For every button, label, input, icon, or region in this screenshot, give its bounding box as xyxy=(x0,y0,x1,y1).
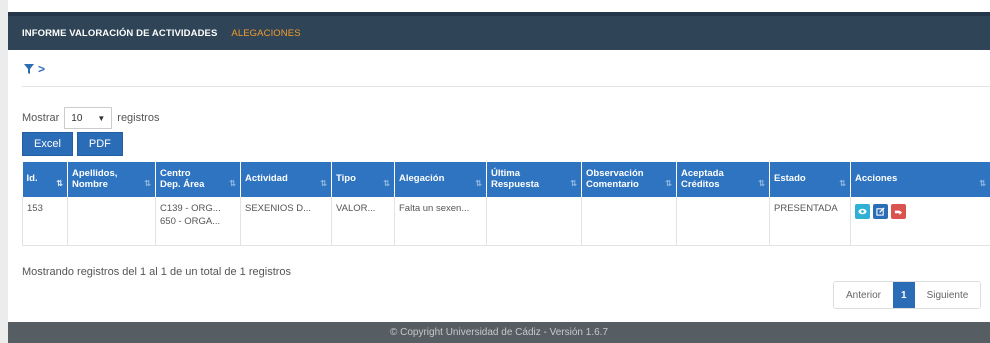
filter-icon xyxy=(24,64,34,74)
top-nav: INFORME VALORACIÓN DE ACTIVIDADES ALEGAC… xyxy=(8,12,990,50)
col-header-actividad[interactable]: Actividad ⇅ xyxy=(240,162,332,197)
length-prefix: Mostrar xyxy=(22,112,60,124)
sort-icon: ⇅ xyxy=(839,179,846,189)
col-header-alegacion[interactable]: Alegación ⇅ xyxy=(394,162,487,197)
sort-icon: ⇅ xyxy=(383,179,390,189)
sort-icon: ⇅ xyxy=(758,179,765,189)
col-header-tipo[interactable]: Tipo ⇅ xyxy=(331,162,395,197)
cell-acciones xyxy=(850,197,990,246)
hand-icon xyxy=(894,210,903,216)
edit-icon xyxy=(876,207,885,216)
col-header-ultima-respuesta[interactable]: Última Respuesta ⇅ xyxy=(486,162,582,197)
pagination-previous[interactable]: Anterior xyxy=(834,282,894,308)
sort-asc-icon: ⇅ xyxy=(56,179,63,189)
cell-nombre xyxy=(67,197,156,246)
pagination: Anterior 1 Siguiente xyxy=(833,281,982,309)
left-strip xyxy=(0,0,8,343)
sort-icon: ⇅ xyxy=(144,179,151,189)
table-info: Mostrando registros del 1 al 1 de un tot… xyxy=(22,266,292,278)
cell-actividad: SEXENIOS D... xyxy=(240,197,332,246)
records-per-page-value: 10 xyxy=(71,112,83,124)
nav-informe-valoracion[interactable]: INFORME VALORACIÓN DE ACTIVIDADES xyxy=(22,28,217,39)
length-suffix: registros xyxy=(117,112,160,124)
col-header-acciones[interactable]: Acciones ⇅ xyxy=(850,162,990,197)
footer-copyright: © Copyright Universidad de Cádiz - Versi… xyxy=(8,322,990,343)
export-buttons: Excel PDF xyxy=(22,132,123,156)
sort-icon: ⇅ xyxy=(475,179,482,189)
excel-button[interactable]: Excel xyxy=(22,132,73,156)
pdf-button[interactable]: PDF xyxy=(76,132,123,156)
divider xyxy=(22,86,990,87)
edit-button[interactable] xyxy=(873,204,888,219)
cell-respuesta xyxy=(486,197,582,246)
cell-tipo: VALOR... xyxy=(331,197,395,246)
eye-icon xyxy=(858,208,867,215)
view-button[interactable] xyxy=(855,204,870,219)
filter-toggle[interactable]: > xyxy=(24,62,45,76)
sort-icon: ⇅ xyxy=(229,179,236,189)
sort-icon: ⇅ xyxy=(665,179,672,189)
nav-alegaciones[interactable]: ALEGACIONES xyxy=(231,28,300,39)
cell-estado: PRESENTADA xyxy=(769,197,851,246)
col-header-estado[interactable]: Estado ⇅ xyxy=(769,162,851,197)
cell-alegacion: Falta un sexen... xyxy=(394,197,487,246)
col-header-centro[interactable]: Centro Dep. Área ⇅ xyxy=(155,162,241,197)
table-header-row: Id. ⇅ Apellidos, Nombre ⇅ Centro Dep. Área ⇅ … xyxy=(22,162,990,197)
records-per-page-select[interactable]: 10 ▼ xyxy=(64,107,113,129)
pagination-page-1[interactable]: 1 xyxy=(893,282,915,308)
col-header-apellidos[interactable]: Apellidos, Nombre ⇅ xyxy=(67,162,156,197)
cell-centro: C139 - ORG... 650 - ORGA... xyxy=(155,197,241,246)
cell-observacion xyxy=(581,197,677,246)
sort-icon: ⇅ xyxy=(570,179,577,189)
col-header-observacion[interactable]: Observación Comentario ⇅ xyxy=(581,162,677,197)
chevron-right-icon: > xyxy=(38,62,46,76)
sort-icon: ⇅ xyxy=(979,179,986,189)
cell-creditos xyxy=(676,197,770,246)
reply-button[interactable] xyxy=(891,204,906,219)
col-header-aceptada[interactable]: Aceptada Créditos ⇅ xyxy=(676,162,770,197)
sort-icon: ⇅ xyxy=(320,179,327,189)
table-row: 153 C139 - ORG... 650 - ORGA... SEXENIOS … xyxy=(22,197,990,246)
alegaciones-table: Id. ⇅ Apellidos, Nombre ⇅ Centro Dep. Área ⇅ … xyxy=(22,162,990,246)
cell-id: 153 xyxy=(22,197,68,246)
pagination-next[interactable]: Siguiente xyxy=(914,282,981,308)
col-header-id[interactable]: Id. ⇅ xyxy=(22,162,68,197)
caret-down-icon: ▼ xyxy=(97,113,106,123)
records-length-control: Mostrar 10 ▼ registros xyxy=(22,107,159,129)
